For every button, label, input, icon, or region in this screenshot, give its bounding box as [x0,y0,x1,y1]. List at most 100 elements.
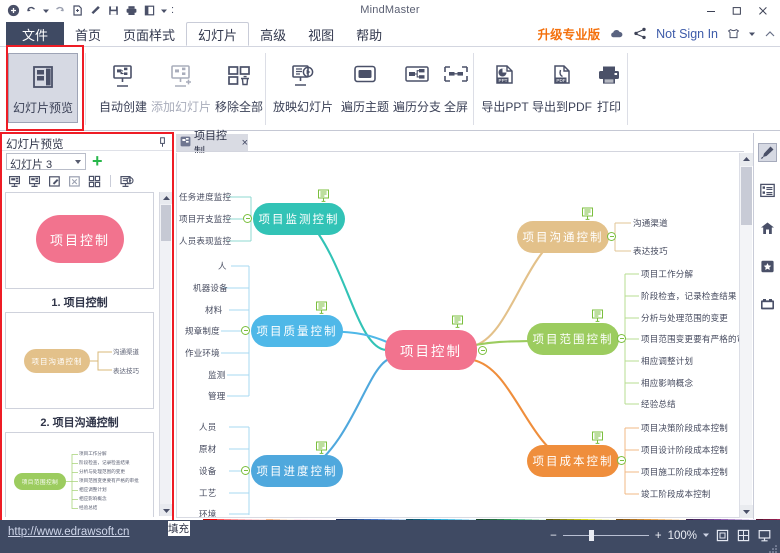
share-icon[interactable] [633,27,647,40]
leaf-node[interactable]: 项目范围变更要有严格的审批 [641,333,743,345]
canvas-scroll-down-button[interactable] [740,505,753,518]
collapse-toggle-scope[interactable] [617,334,626,343]
leaf-node[interactable]: 沟通渠道 [633,217,668,229]
leaf-node[interactable]: 阶段检查，记录检查结果 [641,290,737,302]
leaf-node[interactable]: 经验总结 [641,398,676,410]
tab-slide[interactable]: 幻灯片 [186,22,250,46]
add-slide-button[interactable]: 添加幻灯片 [150,53,212,123]
clipart-icon[interactable] [758,257,777,276]
zoom-out-button[interactable]: − [550,530,557,542]
tab-page-style[interactable]: 页面样式 [112,22,186,46]
zoom-slider-handle[interactable] [588,530,594,541]
collapse-toggle-quality[interactable] [241,326,250,335]
leaf-node[interactable]: 设备 [199,465,216,477]
collapse-toggle-monitor[interactable] [243,214,252,223]
presentation-view-icon[interactable] [757,528,772,543]
export-pdf-button[interactable]: PDF 导出到PDF [532,53,592,123]
leaf-node[interactable]: 原材 [199,443,216,455]
leaf-node[interactable]: 项目开支监控 [179,213,231,225]
collapse-toggle-communication[interactable] [607,232,616,241]
leaf-node[interactable]: 项目设计阶段成本控制 [641,444,728,456]
leaf-node[interactable]: 项目工作分解 [641,268,693,280]
mindmap-node-monitor[interactable]: 项目监测控制 [253,203,345,235]
leaf-node[interactable]: 项目施工阶段成本控制 [641,466,728,478]
note-badge-icon-scope[interactable] [591,309,604,322]
note-badge-icon-monitor[interactable] [317,189,330,202]
tab-home[interactable]: 首页 [64,22,112,46]
mindmap-node-cost[interactable]: 项目成本控制 [527,445,619,477]
collapse-toggle-cost[interactable] [617,456,626,465]
mindmap-node-quality[interactable]: 项目质量控制 [251,315,343,347]
mindmap-root-node[interactable]: 项目控制 [385,330,477,370]
leaf-node[interactable]: 竣工阶段成本控制 [641,488,711,500]
upgrade-pro-button[interactable]: 升级专业版 [538,24,601,43]
tab-view[interactable]: 视图 [297,22,345,46]
leaf-node[interactable]: 工艺 [199,487,216,499]
tab-help[interactable]: 帮助 [345,22,393,46]
zoom-in-button[interactable]: + [655,530,662,542]
account-caret-icon[interactable] [749,31,755,37]
note-badge-icon-cost[interactable] [591,431,604,444]
zoom-slider[interactable] [562,530,649,541]
print-button[interactable]: 打印 [592,53,626,123]
title-bar: : MindMaster [0,0,780,22]
leaf-node[interactable]: 材料 [205,304,222,316]
leaf-node[interactable]: 机器设备 [193,282,228,294]
remove-all-button[interactable]: 移除全部 [208,53,270,123]
leaf-node[interactable]: 分析与处理范围的变更 [641,312,728,324]
mindmap-node-scope[interactable]: 项目范围控制 [527,323,619,355]
mindmap-node-schedule[interactable]: 项目进度控制 [251,455,343,487]
mindmap-canvas[interactable]: 项目控制 项目监测控制 任务进度监控 项目开支监控 人员表现监控 项目质量控制 … [176,153,744,518]
resize-grip[interactable] [769,542,778,553]
mindmap-node-communication[interactable]: 项目沟通控制 [517,221,609,253]
leaf-node[interactable]: 项目决策阶段成本控制 [641,422,728,434]
tab-advanced[interactable]: 高级 [249,22,297,46]
note-badge-icon-quality[interactable] [315,301,328,314]
fit-page-icon[interactable] [715,528,730,543]
leaf-node[interactable]: 监测 [208,369,225,381]
play-slideshow-button[interactable]: 放映幻灯片 [270,53,336,123]
walk-topic-button[interactable]: 遍历主题 [336,53,394,123]
root-collapse-toggle[interactable] [478,346,487,355]
collapse-ribbon-icon[interactable] [764,29,776,39]
image-icon[interactable] [758,295,777,314]
cloud-icon[interactable] [609,28,624,40]
leaf-node[interactable]: 环境 [199,508,216,517]
close-button[interactable] [750,2,776,20]
walk-branch-button[interactable]: 遍历分支 [393,53,441,123]
note-badge-icon-communication[interactable] [581,207,594,220]
account-icon[interactable] [727,28,740,40]
website-link[interactable]: http://www.edrawsoft.cn [8,526,129,538]
leaf-node[interactable]: 作业环境 [185,347,220,359]
canvas-scroll-up-button[interactable] [740,153,753,166]
leaf-node[interactable]: 相应调整计划 [641,355,693,367]
minimize-button[interactable] [698,2,724,20]
close-icon[interactable]: × [242,137,248,149]
theme-icon[interactable] [758,219,777,238]
tab-file[interactable]: 文件 [6,22,65,46]
fit-width-icon[interactable] [736,528,751,543]
outline-list-icon[interactable] [758,181,777,200]
leaf-node[interactable]: 人员表现监控 [179,235,231,247]
leaf-node[interactable]: 人员 [199,421,216,433]
header-actions: 升级专业版 Not Sign In [538,24,776,43]
sign-in-button[interactable]: Not Sign In [656,27,718,41]
export-ppt-button[interactable]: PPT 导出PPT [478,53,532,123]
canvas-scrollbar[interactable] [739,153,753,518]
leaf-node[interactable]: 任务进度监控 [179,191,231,203]
leaf-node[interactable]: 管理 [208,390,225,402]
auto-create-button[interactable]: 自动创建 [92,53,154,123]
format-brush-icon[interactable] [758,143,777,162]
leaf-node[interactable]: 相应影响概念 [641,377,693,389]
canvas-scrollbar-thumb[interactable] [741,167,752,225]
collapse-toggle-schedule[interactable] [241,466,250,475]
document-tab[interactable]: 项目控制 × [176,130,248,158]
leaf-node[interactable]: 人 [218,260,227,272]
leaf-node[interactable]: 规章制度 [185,325,220,337]
maximize-button[interactable] [724,2,750,20]
full-screen-button[interactable]: 全屏 [440,53,472,123]
note-badge-icon-schedule[interactable] [315,441,328,454]
zoom-caret-icon[interactable] [703,531,709,540]
leaf-node[interactable]: 表达技巧 [633,245,668,257]
root-note-badge-icon[interactable] [451,315,464,328]
